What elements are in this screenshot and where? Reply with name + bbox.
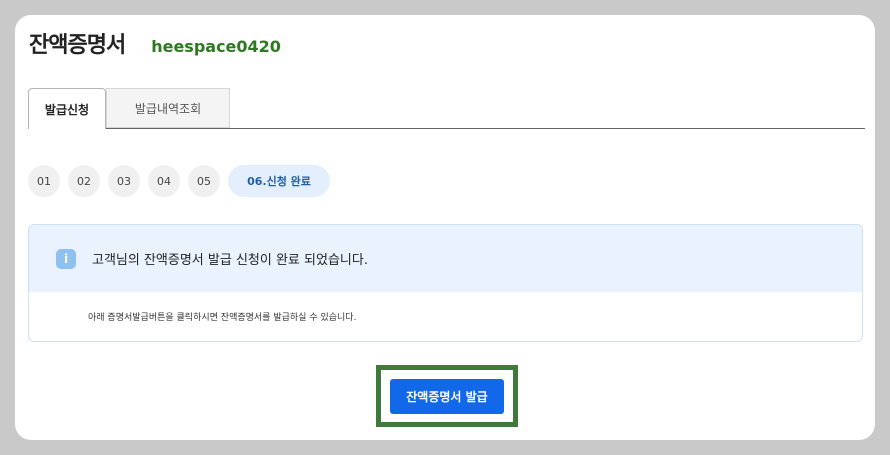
info-icon: i: [56, 248, 76, 269]
tab-bar: 발급신청 발급내역조회: [28, 88, 865, 129]
page-header: 잔액증명서 heespace0420: [29, 27, 281, 59]
notice-message: 고객님의 잔액증명서 발급 신청이 완료 되었습니다.: [92, 253, 368, 268]
notice-detail: 아래 증명서발급버튼을 클릭하시면 잔액증명서를 발급하실 수 있습니다.: [88, 313, 357, 323]
step-04: 04: [148, 165, 180, 197]
tab-issue-request[interactable]: 발급신청: [28, 88, 106, 129]
step-05: 05: [188, 165, 220, 197]
step-indicator: 01 02 03 04 05 06.신청 완료: [28, 165, 338, 197]
step-02: 02: [68, 165, 100, 197]
notice-header: i 고객님의 잔액증명서 발급 신청이 완료 되었습니다.: [29, 225, 862, 292]
issue-certificate-button[interactable]: 잔액증명서 발급: [390, 378, 504, 414]
main-card: 잔액증명서 heespace0420 발급신청 발급내역조회 01 02 03 …: [15, 15, 875, 440]
tab-divider: [28, 128, 865, 129]
completion-notice: i 고객님의 잔액증명서 발급 신청이 완료 되었습니다. 아래 증명서발급버튼…: [28, 224, 863, 342]
step-06-current: 06.신청 완료: [228, 165, 330, 197]
user-id: heespace0420: [151, 37, 281, 56]
issue-button-highlight: 잔액증명서 발급: [376, 365, 518, 427]
tab-issue-history[interactable]: 발급내역조회: [106, 88, 230, 128]
step-03: 03: [108, 165, 140, 197]
page-title: 잔액증명서: [29, 33, 126, 58]
step-01: 01: [28, 165, 60, 197]
